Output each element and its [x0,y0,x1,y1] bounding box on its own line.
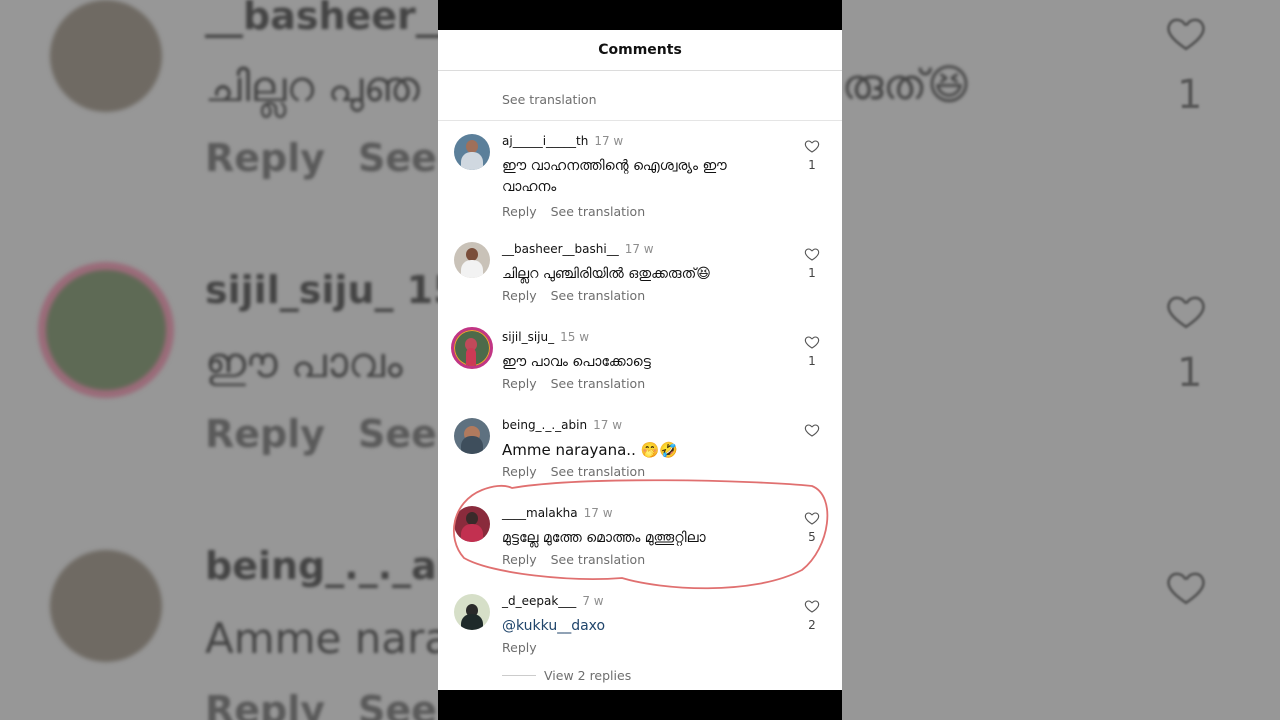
avatar[interactable] [454,242,490,278]
comment-actions: Reply See translation [502,376,645,391]
comments-header: Comments [438,30,842,71]
bg-like-count-1: 1 [1177,72,1203,118]
background-left: __basheer__b ചില്ലറ പുഞ Reply See sijil_… [0,0,438,720]
bg-comment-3: Amme nara [205,614,438,663]
comment-mention[interactable]: @kukku__daxo [502,616,742,637]
bg-comment-2: ഈ പാവം [205,338,403,387]
reply-button[interactable]: Reply [502,464,537,479]
avatar[interactable] [454,134,490,170]
reply-button[interactable]: Reply [502,376,537,391]
username[interactable]: sijil_siju_ [502,330,554,344]
timestamp: 17 w [624,242,654,256]
comment-text: ഈ വാഹനത്തിന്റെ ഐശ്വര്യം ഈ വാഹനം [502,158,727,195]
bg-username-3: being_._._abi [205,544,438,588]
comment-meta: __basheer__bashi__ 17 w [502,242,654,256]
like-count: 1 [808,266,816,280]
reply-button[interactable]: Reply [502,288,537,303]
avatar-story-ring[interactable] [451,327,493,369]
timestamp: 17 w [594,134,624,148]
reply-button[interactable]: Reply [502,640,537,655]
username[interactable]: aj_____i_____th [502,134,588,148]
bg-heart-icon-3 [1167,572,1205,605]
bg-heart-icon-1 [1167,18,1205,51]
background-right: രുത്😆 1 1 [842,0,1280,720]
comment-actions: Reply See translation [502,464,645,479]
heart-icon[interactable] [804,246,820,262]
username[interactable]: __basheer__bashi__ [502,242,619,256]
timestamp: 15 w [560,330,590,344]
bg-reply-3: Reply [205,688,326,720]
comment-actions: Reply See translation [502,288,645,303]
bg-like-count-2: 1 [1177,350,1203,396]
bg-see-1: See [358,136,437,180]
like-count: 1 [808,158,816,172]
bg-comment-tail: രുത്😆 [842,60,971,109]
heart-icon[interactable] [804,422,820,438]
phone-screen: Comments See translation aj_____i_____th… [438,0,842,720]
heart-icon[interactable] [804,334,820,350]
comment-meta: sijil_siju_ 15 w [502,330,589,344]
like-count: 2 [808,618,816,632]
comment-actions: Reply See translation [502,204,645,219]
bg-see-2: See [358,412,437,456]
comment-text: ഈ പാവം പൊക്കോട്ടെ [502,354,651,370]
bg-username-2: sijil_siju_ 15 [205,268,438,312]
bg-avatar-2 [38,262,174,398]
comment-actions: Reply [502,640,537,655]
like-count: 1 [808,354,816,368]
comment-meta: aj_____i_____th 17 w [502,134,623,148]
bg-username-1: __basheer__b [205,0,438,38]
heart-icon[interactable] [804,138,820,154]
view-replies-button[interactable]: View 2 replies [502,668,631,683]
page-title: Comments [598,42,682,58]
comment-meta: being_._._abin 17 w [502,418,622,432]
see-translation-link[interactable]: See translation [551,204,646,219]
bg-avatar-3 [50,550,162,662]
highlight-scribble [453,479,829,590]
divider [502,675,536,676]
comment-text: Amme narayana.. 🤭🤣 [502,441,678,459]
see-translation-link[interactable]: See translation [551,464,646,479]
bg-comment-1: ചില്ലറ പുഞ [205,62,420,111]
divider [438,120,842,121]
timestamp: 17 w [593,418,623,432]
bg-see-3: See [358,688,437,720]
avatar[interactable] [454,418,490,454]
see-translation-link[interactable]: See translation [551,288,646,303]
view-replies-label: View 2 replies [544,668,632,683]
comment-text: ചില്ലറ പുഞ്ചിരിയിൽ ഒതുക്കരുത്😆 [502,266,711,282]
bg-reply-2: Reply [205,412,326,456]
see-translation-link[interactable]: See translation [502,92,597,107]
bg-heart-icon-2 [1167,296,1205,329]
heart-icon[interactable] [804,598,820,614]
bg-avatar-1 [50,0,162,112]
username[interactable]: being_._._abin [502,418,587,432]
see-translation-link[interactable]: See translation [551,376,646,391]
bg-reply-1: Reply [205,136,326,180]
reply-button[interactable]: Reply [502,204,537,219]
